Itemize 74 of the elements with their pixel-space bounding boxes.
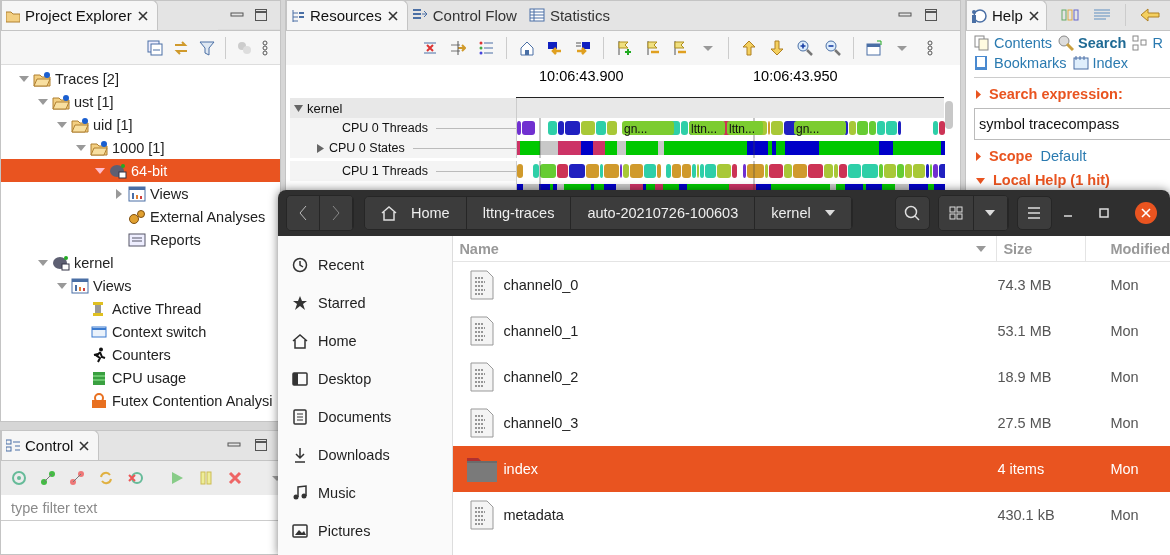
file-modified: Mon [1109,461,1139,477]
file-name: metadata [503,507,565,523]
tree-item[interactable]: uid [1] [1,113,280,136]
row-label: CPU 0 States [329,141,405,155]
file-modified: Mon [1109,369,1139,385]
tree-item[interactable]: Active Thread [1,297,280,320]
sidebar-item[interactable]: Desktop [278,360,453,398]
sidebar-item[interactable]: Starred [278,284,453,322]
file-modified: Mon [1109,277,1139,293]
help-link[interactable]: Contents [994,35,1053,51]
time-tick-label: 10:06:43.950 [753,68,838,84]
tree-item[interactable]: Views [1,274,280,297]
time-tick-label: 10:06:43.900 [539,68,624,84]
tree-item[interactable]: External Analyses [1,205,280,228]
view-tab[interactable]: Resources [286,1,408,30]
control-tab[interactable]: Control [1,431,100,460]
section-title: Local Help (1 hit) [993,172,1110,188]
help-link[interactable]: Bookmarks [994,55,1067,71]
tree-item[interactable]: 1000 [1] [1,136,280,159]
bar-label: lttn... [729,121,755,136]
file-modified: Mon [1109,507,1139,523]
file-size: 27.5 MB [997,415,1053,431]
sidebar-item[interactable]: Downloads [278,436,453,474]
bar-label: gn... [624,121,648,136]
project-explorer-tab[interactable]: Project Explorer [1,1,158,30]
tree-item[interactable]: Context switch [1,320,280,343]
file-size: 53.1 MB [997,323,1053,339]
view-tab[interactable]: Control Flow [407,1,525,30]
tree-item[interactable]: Futex Contention Analysi [1,389,280,412]
search-field[interactable]: symbol tracecompass [974,108,1170,140]
file-row[interactable]: index 4 items Mon [453,446,1170,492]
sidebar-item[interactable]: Documents [278,398,453,436]
sidebar-item[interactable]: Recent [278,246,453,284]
help-tab[interactable]: Help [966,1,1047,30]
row-label: CPU 1 Threads [342,164,428,178]
file-modified: Mon [1109,323,1139,339]
file-size: 430.1 kB [997,507,1056,523]
scope-link[interactable]: Default [1040,148,1087,164]
help-link[interactable]: Search [1078,35,1127,51]
file-row[interactable]: channel0_1 53.1 MB Mon [453,308,1170,354]
tree-item[interactable]: Traces [2] [1,67,280,90]
sidebar-item[interactable]: Home [278,322,453,360]
file-row[interactable]: channel0_3 27.5 MB Mon [453,400,1170,446]
tree-item[interactable]: ust [1] [1,90,280,113]
file-name: index [503,461,540,477]
sidebar-item[interactable]: Music [278,474,453,512]
file-size: 4 items [997,461,1046,477]
tree-item[interactable]: Views [1,182,280,205]
section-title: Scope [989,148,1033,164]
file-size: 74.3 MB [997,277,1053,293]
group-label: kernel [307,100,343,116]
tree-item[interactable]: kernel [1,251,280,274]
file-row[interactable]: metadata 430.1 kB Mon [453,492,1170,538]
file-name: channel0_1 [503,323,580,339]
bar-label: gn... [796,121,820,136]
bar-label: lttn... [691,121,717,136]
row-label: CPU 0 Threads [342,121,428,135]
tree-item[interactable]: CPU usage [1,366,280,389]
sidebar-item[interactable]: Pictures [278,512,453,550]
file-name: channel0_0 [503,277,580,293]
section-title: Search expression: [989,86,1123,102]
tree-item[interactable]: Counters [1,343,280,366]
path-segment[interactable]: Home [365,197,467,229]
help-link[interactable]: Index [1092,55,1128,71]
file-modified: Mon [1109,415,1139,431]
file-row[interactable]: channel0_0 74.3 MB Mon [453,262,1170,308]
file-name: channel0_2 [503,369,580,385]
file-size: 18.9 MB [997,369,1053,385]
view-tab[interactable]: Statistics [524,1,618,30]
file-name: channel0_3 [503,415,580,431]
help-link[interactable]: R [1152,35,1163,51]
tree-item[interactable]: 64-bit [1,159,280,182]
file-row[interactable]: channel0_2 18.9 MB Mon [453,354,1170,400]
tree-item[interactable]: Reports [1,228,280,251]
